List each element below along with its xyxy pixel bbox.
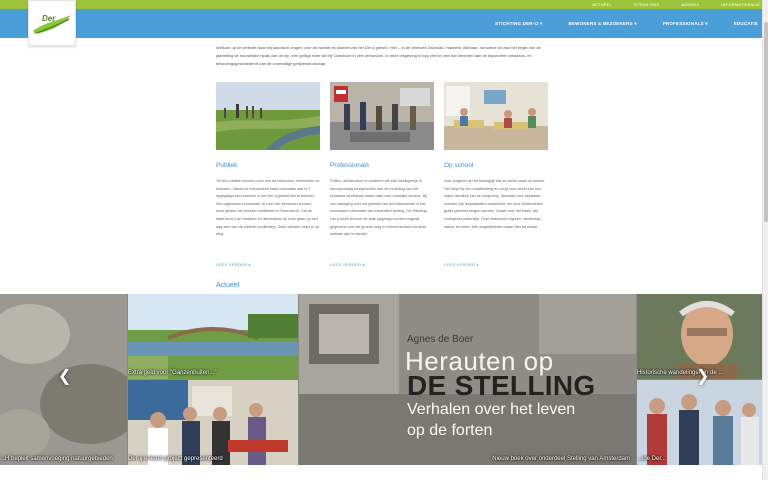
group-photo-icon [128,380,298,465]
top-link-informatiebalie[interactable]: Informatiebalie [721,2,760,7]
page: Actueel Steun ons Agenda Informatiebalie… [0,0,768,480]
news-tile-e-learn[interactable]: Der-ij e-learn project gepresenteerd [128,380,298,465]
classroom-photo-icon [444,82,548,150]
top-link-steun-ons[interactable]: Steun ons [634,2,659,7]
meeting-photo-icon [330,82,434,150]
publiek-title[interactable]: Publiek [216,162,320,169]
book-subtitle-line-1: Verhalen over het leven [407,401,576,418]
carousel-prev-arrow-icon[interactable]: ❮ [58,366,71,386]
professionals-read-more[interactable]: Lees verder ▸ [330,262,365,267]
column-op-school: Op school Voor jongeren is het belangrij… [444,82,548,267]
news-tile-ganzen[interactable]: Extra geld voor "Ganzenbuiten..." [128,294,298,379]
der-ij-logo-icon: Der [33,14,71,34]
news-caption-ganzen: Extra geld voor "Ganzenbuiten..." [128,370,217,376]
news-caption-der: ...ine Der... [637,456,667,462]
top-link-agenda[interactable]: Agenda [681,2,699,7]
news-tile-book[interactable]: Agnes de Boer Herauten op DE STELLING Ve… [299,294,636,465]
publiek-text: Tot het publiek behoren voor ons de bewo… [216,179,320,237]
op-school-photo[interactable] [444,82,548,150]
carousel-next-arrow-icon[interactable]: ❯ [696,366,709,386]
news-tile-der[interactable]: ...ine Der... [637,380,762,465]
site-logo[interactable]: Der [28,0,76,46]
crowd-photo-icon [637,380,762,465]
professionals-title[interactable]: Professionals [330,162,434,169]
main-nav: Stichting Der-ij ▾ Bewoners & bezoekers … [0,9,768,38]
column-publiek: Publiek Tot het publiek behoren voor ons… [216,82,320,267]
news-caption-book: Nieuw boek over onderdeel Stelling van A… [492,456,630,462]
news-carousel: ...H bepleit samenvoeging natuurgebieden… [0,294,762,465]
column-professionals: Professionals Politici, ambtenaren en an… [330,82,434,267]
logo-text: Der [42,14,56,23]
top-link-actueel[interactable]: Actueel [592,2,612,7]
publiek-photo[interactable] [216,82,320,150]
professionals-photo[interactable] [330,82,434,150]
menu-item-educatie[interactable]: Educatie [734,21,758,26]
publiek-read-more[interactable]: Lees verder ▸ [216,262,251,267]
page-scrollbar[interactable] [762,0,768,480]
book-title-line-2: DE STELLING [407,370,596,401]
intro-text: Welkom op de website waar wij aandacht v… [216,45,541,66]
scrollbar-thumb[interactable] [764,22,768,222]
op-school-text: Voor jongeren is het belangrijk dat ze w… [444,179,546,229]
news-caption-natuurgebieden: ...H bepleit samenvoeging natuurgebieden [0,456,113,462]
menu-item-stichting[interactable]: Stichting Der-ij ▾ [495,21,542,27]
book-subtitle-line-2: op de forten [407,422,493,439]
news-caption-e-learn: Der-ij e-learn project gepresenteerd [128,456,223,462]
main-menu: Stichting Der-ij ▾ Bewoners & bezoekers … [495,9,758,38]
top-links: Actueel Steun ons Agenda Informatiebalie [592,0,760,9]
professionals-text: Politici, ambtenaren en anderen die zich… [330,179,427,237]
menu-item-professionals[interactable]: Professionals ▾ [663,21,708,27]
top-bar: Actueel Steun ons Agenda Informatiebalie [0,0,768,9]
menu-item-bewoners[interactable]: Bewoners & bezoekers ▾ [569,21,637,27]
op-school-title[interactable]: Op school [444,162,548,169]
bridge-photo-icon [128,294,298,379]
op-school-read-more[interactable]: Lees verder ▸ [444,262,479,267]
book-cover: Agnes de Boer Herauten op DE STELLING Ve… [299,294,636,465]
news-section-title: Actueel [216,282,240,289]
landscape-photo-icon [216,82,320,150]
book-author: Agnes de Boer [407,334,474,345]
